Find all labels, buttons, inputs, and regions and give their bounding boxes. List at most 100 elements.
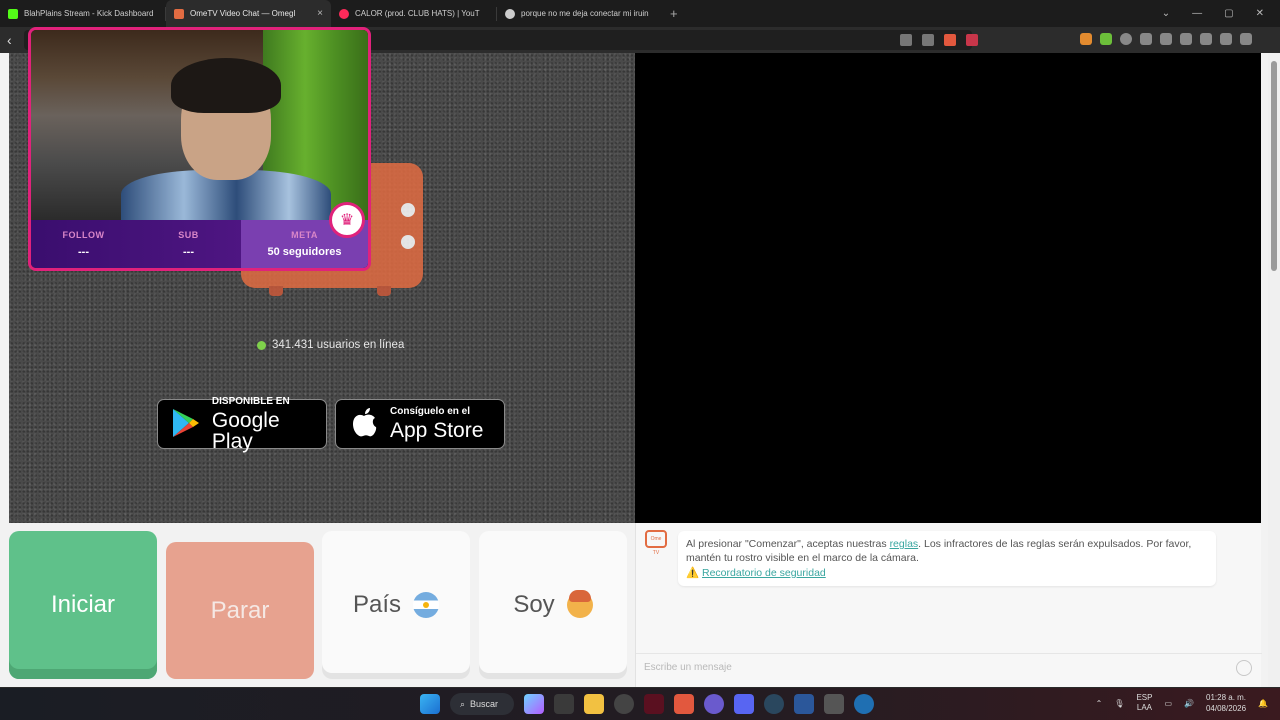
brave-shield-icon[interactable] [944, 34, 956, 46]
online-users: 341.431 usuarios en línea [257, 339, 404, 351]
cast-icon[interactable] [922, 34, 934, 46]
store-big-text: Google Play [211, 408, 280, 453]
discord-icon[interactable] [734, 694, 754, 714]
vpn-icon[interactable] [1220, 33, 1232, 45]
stop-button[interactable]: Parar [166, 542, 314, 679]
search-label: Buscar [470, 699, 499, 709]
chat-panel: Ome TV Al presionar "Comenzar", aceptas … [635, 523, 1262, 687]
page-favicon-icon [505, 8, 515, 19]
chatgpt-icon[interactable] [614, 694, 634, 714]
browser-tab[interactable]: CALOR (prod. CLUB HATS) | YouT [331, 0, 496, 27]
system-tray: ⌃ 🎙 ESP LAA ▭ 🔊 01:28 a. m. 04/08/2026 🔔 [1096, 692, 1268, 714]
webcam-overlay: FOLLOW --- SUB --- META 50 seguidores ♛ [28, 27, 371, 271]
chat-app-icon[interactable] [704, 694, 724, 714]
minimize-icon[interactable]: — [1192, 8, 1202, 19]
message-input[interactable]: Escribe un mensaje [636, 653, 1262, 683]
browser-tab-active[interactable]: OmeTV Video Chat — Omegl × [166, 0, 331, 27]
brave-icon[interactable] [674, 694, 694, 714]
notifications-icon[interactable]: 🔔 [1258, 699, 1268, 708]
rules-link[interactable]: reglas [890, 538, 919, 550]
windows-start-icon[interactable] [420, 694, 440, 714]
tab-title: porque no me deja conectar mi iruin [521, 9, 649, 18]
search-icon: ⌕ [460, 698, 466, 709]
menu-icon[interactable] [1240, 33, 1252, 45]
translate-icon[interactable] [900, 34, 912, 46]
clock[interactable]: 01:28 a. m. 04/08/2026 [1206, 692, 1246, 714]
tv-knob [401, 235, 415, 249]
argentina-flag-icon [413, 592, 440, 618]
taskbar-apps: ⌕ Buscar [420, 693, 874, 715]
person-hair [171, 58, 281, 113]
google-play-badge[interactable]: DISPONIBLE EN Google Play [157, 396, 327, 453]
extension-icon[interactable] [1100, 33, 1112, 45]
calculator-icon[interactable] [824, 694, 844, 714]
follow-stat: FOLLOW --- [31, 220, 136, 268]
sidebar-icon[interactable] [1180, 33, 1192, 45]
wallet-icon[interactable] [1200, 33, 1212, 45]
store-big-text: App Store [390, 419, 484, 442]
tab-search-icon[interactable]: ⌄ [1162, 8, 1170, 19]
kick-favicon-icon [8, 8, 18, 19]
language-indicator[interactable]: ESP LAA [1136, 693, 1152, 713]
taskbar-search[interactable]: ⌕ Buscar [450, 693, 514, 715]
browser-tab[interactable]: porque no me deja conectar mi iruin [497, 0, 662, 27]
tv-leg [269, 286, 283, 296]
search-app-icon[interactable] [854, 694, 874, 714]
safety-reminder-link[interactable]: Recordatorio de seguridad [702, 567, 826, 579]
apple-logo-icon [348, 407, 380, 441]
gender-select-button[interactable]: Soy [479, 531, 627, 679]
store-icon[interactable] [554, 694, 574, 714]
page-scrollbar[interactable] [1268, 53, 1280, 687]
store-small-text: Consíguelo en el [390, 406, 471, 417]
system-message: Al presionar "Comenzar", aceptas nuestra… [678, 531, 1216, 586]
online-users-text: 341.431 usuarios en línea [272, 339, 405, 351]
file-explorer-icon[interactable] [584, 694, 604, 714]
controls-area: Iniciar Parar País Soy Ome TV Al presion… [0, 523, 1268, 687]
puzzle-icon[interactable] [1140, 33, 1152, 45]
browser-tab-strip: BlahPlains Stream - Kick Dashboard OmeTV… [0, 0, 1280, 27]
extension-icon[interactable] [1080, 33, 1092, 45]
stat-value: --- [78, 246, 89, 258]
stat-label: FOLLOW [62, 230, 105, 240]
maximize-icon[interactable]: ▢ [1224, 8, 1233, 19]
streamer-logo-icon: ♛ [329, 202, 365, 238]
country-label: País [352, 591, 402, 618]
extension-icons [1080, 33, 1252, 45]
tab-title: BlahPlains Stream - Kick Dashboard [24, 9, 154, 18]
browser-tab[interactable]: BlahPlains Stream - Kick Dashboard [0, 0, 165, 27]
copilot-icon[interactable] [524, 694, 544, 714]
message-text: Al presionar "Comenzar", aceptas nuestra… [686, 538, 890, 550]
tv-leg [377, 286, 391, 296]
youtube-favicon-icon [339, 8, 349, 19]
stat-value: 50 seguidores [267, 246, 342, 258]
stat-label: META [291, 230, 318, 240]
tab-title: CALOR (prod. CLUB HATS) | YouT [355, 9, 480, 18]
webcam-feed [31, 30, 368, 230]
music-icon[interactable] [1160, 33, 1172, 45]
ometv-favicon-icon [174, 8, 184, 19]
close-window-icon[interactable]: ✕ [1256, 8, 1264, 19]
emoji-icon[interactable] [1236, 660, 1252, 676]
stream-stats-bar: FOLLOW --- SUB --- META 50 seguidores [31, 220, 368, 268]
back-arrow-icon[interactable]: ‹ [0, 32, 24, 48]
sub-stat: SUB --- [136, 220, 241, 268]
obs-icon[interactable] [644, 694, 664, 714]
message-input-placeholder: Escribe un mensaje [644, 662, 732, 673]
google-play-icon [170, 407, 202, 441]
volume-icon[interactable]: 🔊 [1184, 699, 1194, 708]
globe-icon[interactable] [1120, 33, 1132, 45]
new-tab-button[interactable]: + [662, 6, 686, 21]
close-tab-icon[interactable]: × [317, 8, 323, 19]
start-button[interactable]: Iniciar [9, 531, 157, 679]
country-filter-button[interactable]: País [322, 531, 470, 679]
stat-value: --- [183, 246, 194, 258]
network-icon[interactable]: ▭ [1164, 699, 1172, 708]
scrollbar-thumb[interactable] [1271, 61, 1277, 271]
tray-overflow-icon[interactable]: ⌃ [1096, 699, 1103, 708]
microphone-icon[interactable]: 🎙 [1114, 699, 1124, 708]
app-store-badge[interactable]: Consíguelo en el App Store [335, 399, 505, 449]
online-dot-icon [257, 340, 266, 350]
word-icon[interactable] [794, 694, 814, 714]
steam-icon[interactable] [764, 694, 784, 714]
brave-rewards-icon[interactable] [966, 34, 978, 46]
